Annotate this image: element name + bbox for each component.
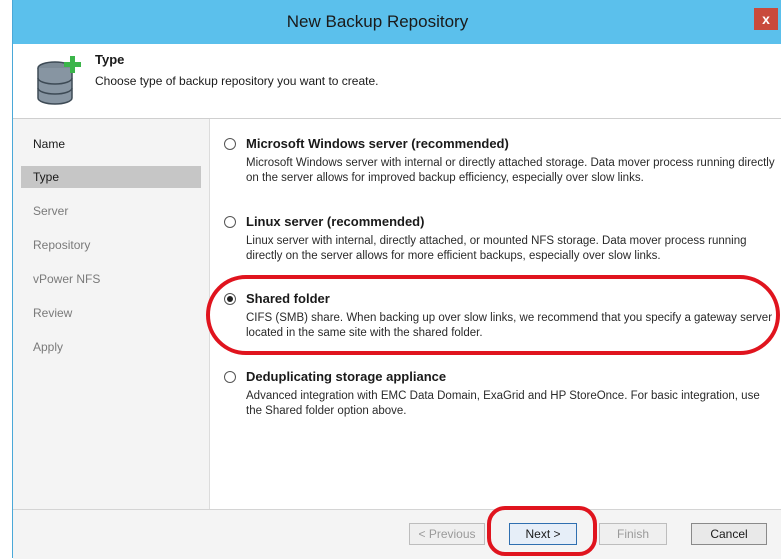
option-label: Microsoft Windows server (recommended) bbox=[246, 136, 509, 151]
previous-button[interactable]: < Previous bbox=[409, 523, 485, 545]
step-title: Type bbox=[95, 52, 125, 67]
step-description: Choose type of backup repository you wan… bbox=[95, 74, 379, 88]
shared-folder-highlight-annotation bbox=[206, 275, 780, 355]
radio-windows-server[interactable] bbox=[224, 138, 236, 150]
nav-item-vpower-nfs: vPower NFS bbox=[33, 272, 101, 286]
radio-linux-server[interactable] bbox=[224, 216, 236, 228]
nav-item-apply: Apply bbox=[33, 340, 64, 354]
option-description: Advanced integration with EMC Data Domai… bbox=[246, 390, 760, 417]
background-window-edge bbox=[0, 0, 12, 558]
window-title: New Backup Repository bbox=[286, 12, 469, 31]
close-button[interactable]: x bbox=[754, 8, 778, 30]
nav-item-name[interactable]: Name bbox=[21, 133, 201, 155]
database-add-icon bbox=[37, 56, 81, 105]
finish-button[interactable]: Finish bbox=[599, 523, 667, 545]
radio-dedup-appliance[interactable] bbox=[224, 371, 236, 383]
cancel-button[interactable]: Cancel bbox=[691, 523, 767, 545]
wizard-footer: < Previous Next > Finish Cancel bbox=[13, 509, 781, 559]
nav-item-review: Review bbox=[33, 306, 73, 320]
wizard-header: Type Choose type of backup repository yo… bbox=[13, 44, 781, 119]
nav-item-repository: Repository bbox=[33, 238, 91, 252]
nav-item-type[interactable]: Type bbox=[21, 166, 201, 188]
nav-item-server: Server bbox=[33, 204, 69, 218]
wizard-steps-nav: Name Type Server Repository vPower NFS R… bbox=[13, 119, 209, 509]
option-description: Microsoft Windows server with internal o… bbox=[246, 157, 775, 184]
option-label: Deduplicating storage appliance bbox=[246, 369, 447, 384]
next-button-highlight-annotation bbox=[487, 506, 597, 556]
title-bar[interactable]: New Backup Repository x bbox=[13, 0, 781, 44]
option-label: Linux server (recommended) bbox=[246, 214, 425, 229]
option-description: Linux server with internal, directly att… bbox=[246, 235, 747, 262]
